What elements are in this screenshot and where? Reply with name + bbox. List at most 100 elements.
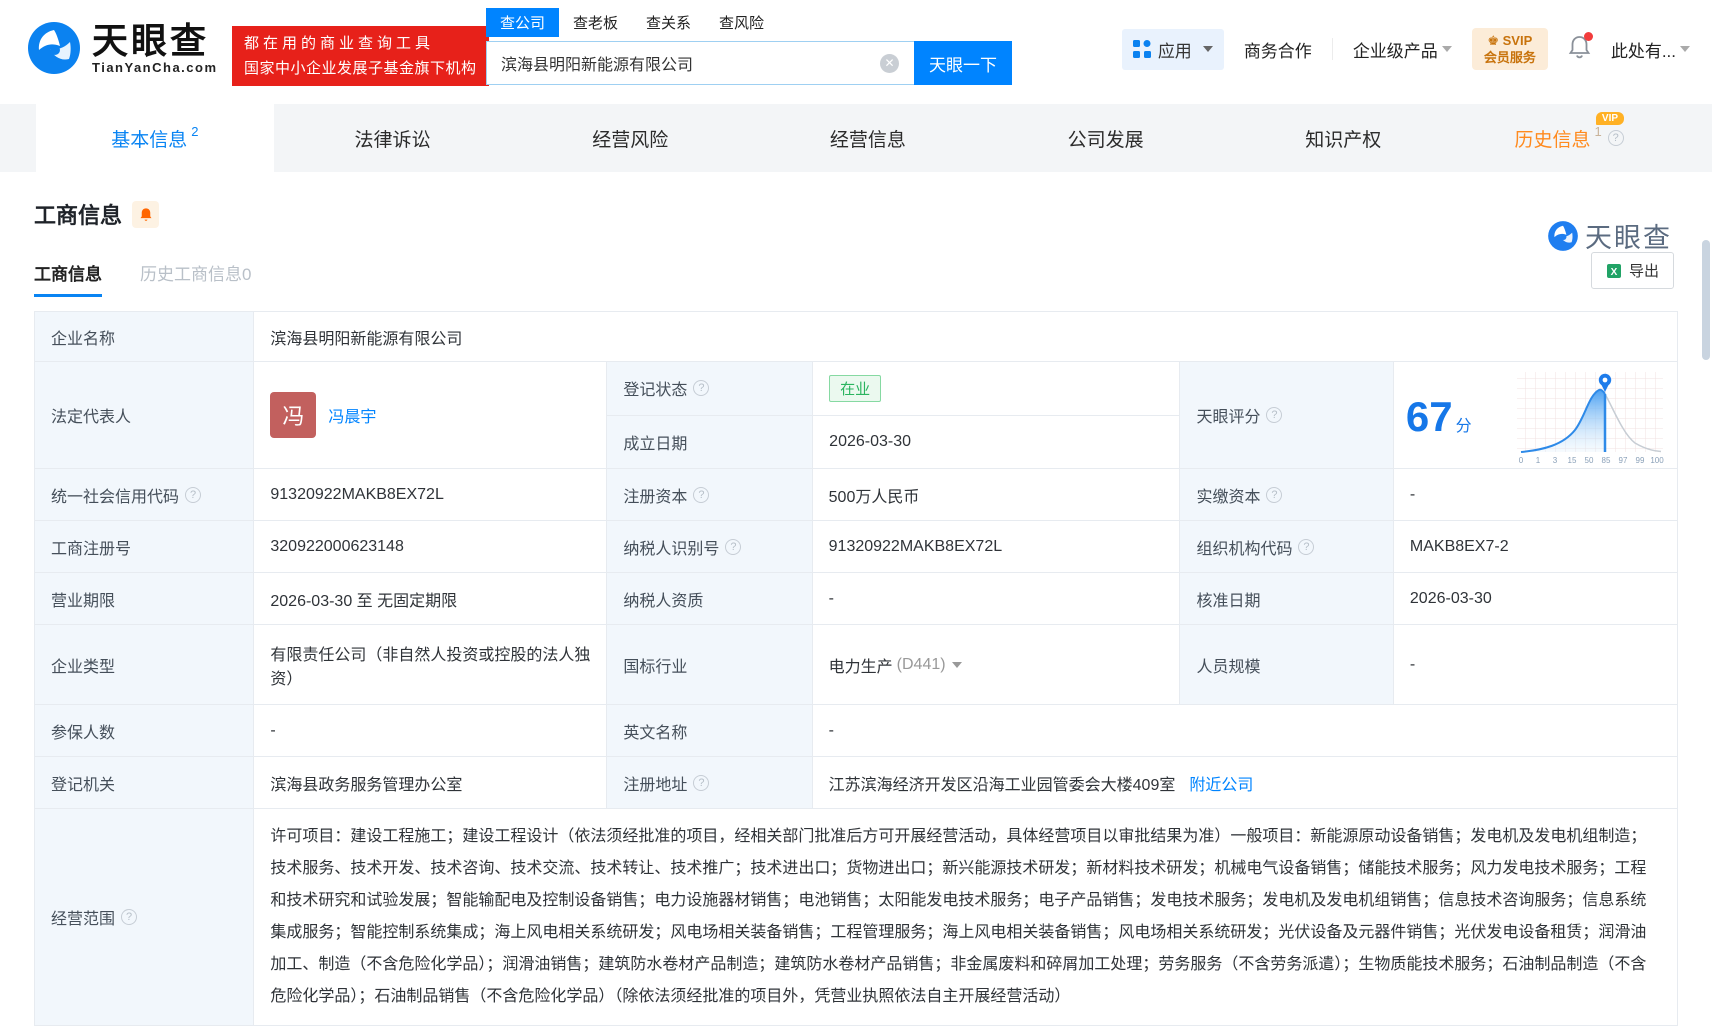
company-name-value: 滨海县明阳新能源有限公司: [253, 312, 1677, 361]
main-content: 工商信息 天眼查 工商信息 历史工商信息0 X 导出: [0, 198, 1712, 1026]
field-label: 纳税人识别号: [623, 535, 719, 559]
nearby-companies-link[interactable]: 附近公司: [1189, 771, 1253, 795]
scrollbar[interactable]: [1702, 170, 1710, 1030]
subtab-history-business-info[interactable]: 历史工商信息0: [140, 260, 251, 297]
help-icon[interactable]: ?: [1266, 487, 1282, 503]
staff-size-value: -: [1393, 625, 1677, 704]
subscribe-bell-icon[interactable]: [132, 201, 159, 228]
scrollbar-thumb[interactable]: [1702, 240, 1710, 360]
search-tab-company[interactable]: 查公司: [486, 8, 559, 37]
search-input[interactable]: [486, 41, 914, 85]
svg-text:3: 3: [1553, 456, 1558, 465]
establish-date-value: 2026-03-30: [812, 416, 1179, 469]
svip-member-button[interactable]: ♚ SVIP 会员服务: [1472, 28, 1548, 70]
field-label: 实缴资本: [1196, 483, 1260, 507]
apps-menu[interactable]: 应用: [1122, 29, 1224, 70]
help-icon[interactable]: ?: [693, 380, 709, 396]
tab-history-info[interactable]: VIP 历史信息 1 ?: [1462, 104, 1676, 172]
org-code-value: MAKB8EX7-2: [1393, 521, 1677, 572]
field-label: 法定代表人: [35, 362, 253, 468]
tab-count: 1: [1594, 124, 1601, 139]
field-label: 统一社会信用代码: [51, 483, 179, 507]
table-row: 企业类型 有限责任公司（非自然人投资或控股的法人独资） 国标行业 电力生产 (D…: [35, 625, 1677, 705]
tab-label: 公司发展: [1068, 125, 1144, 152]
field-label-group: 统一社会信用代码 ?: [35, 469, 253, 520]
field-label-group: 登记状态 ?: [607, 362, 812, 415]
logo-domain: TianYanCha.com: [92, 60, 218, 75]
apps-grid-icon: [1133, 40, 1151, 58]
authority-value: 滨海县政务服务管理办公室: [253, 757, 606, 808]
field-label-group: 注册地址 ?: [606, 757, 811, 808]
help-icon[interactable]: ?: [1266, 407, 1282, 423]
legal-rep-avatar[interactable]: 冯: [270, 392, 316, 438]
score-unit: 分: [1456, 418, 1472, 435]
reg-capital-value: 500万人民币: [812, 469, 1180, 520]
field-label: 登记机关: [35, 757, 253, 808]
logo-title: 天眼查: [92, 22, 218, 60]
subtab-business-info[interactable]: 工商信息: [34, 260, 102, 297]
notification-bell-icon[interactable]: [1568, 35, 1591, 64]
help-icon[interactable]: ?: [1608, 130, 1624, 146]
company-type-value: 有限责任公司（非自然人投资或控股的法人独资）: [253, 625, 606, 704]
svg-text:99: 99: [1636, 456, 1645, 465]
table-row: 企业名称 滨海县明阳新能源有限公司: [35, 312, 1677, 362]
tab-legal-litigation[interactable]: 法律诉讼: [274, 104, 512, 172]
help-icon[interactable]: ?: [1298, 539, 1314, 555]
field-label: 纳税人资质: [606, 573, 811, 624]
help-icon[interactable]: ?: [725, 539, 741, 555]
svg-text:15: 15: [1568, 456, 1577, 465]
tianyancha-logo-icon: [26, 20, 82, 76]
tab-company-development[interactable]: 公司发展: [987, 104, 1225, 172]
tab-operation-info[interactable]: 经营信息: [749, 104, 987, 172]
chevron-down-icon: [1442, 46, 1452, 52]
svg-text:100: 100: [1650, 456, 1664, 465]
status-badge: 在业: [829, 375, 881, 402]
chevron-down-icon[interactable]: [952, 662, 962, 668]
tab-label: 基本信息: [111, 125, 187, 152]
notification-dot: [1584, 32, 1593, 41]
tianyancha-logo[interactable]: 天眼查 TianYanCha.com: [26, 20, 218, 76]
svg-text:97: 97: [1619, 456, 1628, 465]
field-label: 注册地址: [623, 771, 687, 795]
menu-enterprise[interactable]: 企业级产品: [1353, 37, 1452, 62]
tab-intellectual-property[interactable]: 知识产权: [1224, 104, 1462, 172]
field-label: 核准日期: [1179, 573, 1392, 624]
reg-status-cell: 在业: [812, 362, 1179, 415]
field-label: 经营范围: [51, 905, 115, 929]
table-row: 法定代表人 冯 冯晨宇 登记状态 ? 在业 成立日期 2026-03-3: [35, 362, 1677, 469]
table-row: 参保人数 - 英文名称 -: [35, 705, 1677, 757]
help-icon[interactable]: ?: [121, 909, 137, 925]
search-tab-risk[interactable]: 查风险: [705, 8, 778, 37]
search-tab-boss[interactable]: 查老板: [559, 8, 632, 37]
menu-cooperation[interactable]: 商务合作: [1244, 37, 1312, 62]
section-title: 工商信息: [34, 198, 122, 230]
help-icon[interactable]: ?: [693, 487, 709, 503]
tab-label: 历史信息: [1514, 125, 1590, 152]
legal-rep-link[interactable]: 冯晨宇: [328, 403, 376, 427]
slogan-banner: 都在用的商业查询工具 国家中小企业发展子基金旗下机构: [232, 26, 489, 86]
score-cell: 67分: [1393, 362, 1677, 468]
tab-operation-risk[interactable]: 经营风险: [511, 104, 749, 172]
field-label: 营业期限: [35, 573, 253, 624]
account-menu[interactable]: 此处有...: [1611, 37, 1690, 62]
term-value: 2026-03-30 至 无固定期限: [253, 573, 606, 624]
tab-basic-info[interactable]: 基本信息 2: [36, 104, 274, 172]
company-nav-tabs: 基本信息 2 法律诉讼 经营风险 经营信息 公司发展 知识产权 VIP 历史信息…: [0, 104, 1712, 172]
field-label-group: 经营范围 ?: [35, 809, 253, 1025]
svg-text:0: 0: [1519, 456, 1524, 465]
search-button[interactable]: 天眼一下: [914, 41, 1012, 85]
export-button[interactable]: X 导出: [1591, 252, 1674, 289]
apps-label: 应用: [1158, 37, 1192, 62]
field-label: 工商注册号: [35, 521, 253, 572]
search-tab-relation[interactable]: 查关系: [632, 8, 705, 37]
tab-count: 2: [191, 124, 198, 139]
clear-search-icon[interactable]: ✕: [880, 54, 899, 73]
score-value: 67: [1406, 393, 1453, 440]
search-area: 查公司 查老板 查关系 查风险 ✕ 天眼一下: [486, 8, 1012, 85]
help-icon[interactable]: ?: [185, 487, 201, 503]
legal-rep-cell: 冯 冯晨宇: [253, 362, 606, 468]
help-icon[interactable]: ?: [693, 775, 709, 791]
table-row: 营业期限 2026-03-30 至 无固定期限 纳税人资质 - 核准日期 202…: [35, 573, 1677, 625]
field-label-group: 天眼评分 ?: [1179, 362, 1392, 468]
tab-label: 经营信息: [830, 125, 906, 152]
